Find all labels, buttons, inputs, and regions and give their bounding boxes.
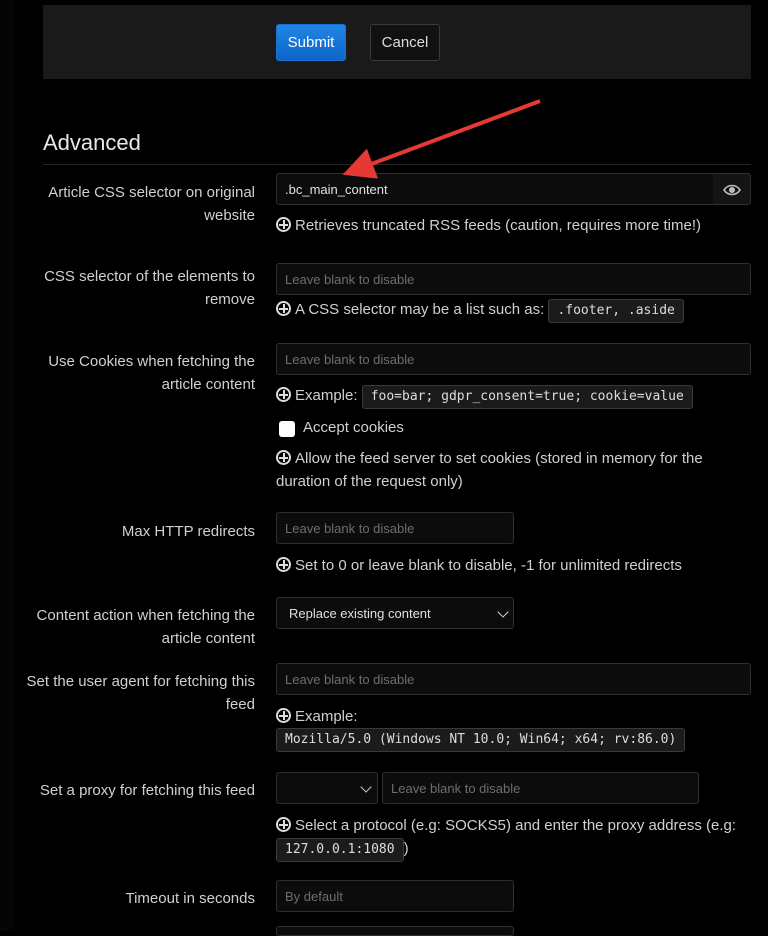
content-action-selected: Replace existing content [289,605,431,621]
section-divider [43,164,751,165]
cookies-help: Example: foo=bar; gdpr_consent=true; coo… [276,384,693,409]
article-css-input[interactable]: .bc_main_content [276,173,714,205]
help-circle-icon [276,450,291,465]
redirects-help-text: Set to 0 or leave blank to disable, -1 f… [295,557,682,574]
css-remove-help-text: A CSS selector may be a list such as: [295,301,545,318]
proxy-protocol-select[interactable] [276,772,378,804]
article-css-help-text: Retrieves truncated RSS feeds (caution, … [295,217,702,234]
help-circle-icon [276,817,291,832]
help-circle-icon [276,301,291,316]
css-remove-input[interactable]: Leave blank to disable [276,263,751,295]
eye-toggle-button[interactable] [713,173,751,205]
user-agent-label: Set the user agent for fetching this fee… [26,673,255,713]
proxy-help-code: 127.0.0.1:1080 [276,838,404,862]
form-actions-panel: Submit Cancel [43,5,751,79]
left-gutter [0,0,14,931]
proxy-help: Select a protocol (e.g: SOCKS5) and ente… [276,814,754,862]
accept-cookies-label[interactable]: Accept cookies [303,416,404,439]
user-agent-help-text: Example: [295,708,358,725]
article-css-help: Retrieves truncated RSS feeds (caution, … [276,214,701,237]
timeout-input[interactable]: By default [276,880,514,912]
proxy-help-text: Select a protocol (e.g: SOCKS5) and ente… [295,817,737,834]
proxy-address-input[interactable]: Leave blank to disable [382,772,699,804]
user-agent-help-code: Mozilla/5.0 (Windows NT 10.0; Win64; x64… [276,728,686,752]
submit-button[interactable]: Submit [276,24,346,61]
redirects-label: Max HTTP redirects [121,523,255,540]
help-circle-icon [276,708,291,723]
section-title: Advanced [43,130,141,155]
redirects-input[interactable]: Leave blank to disable [276,512,514,544]
chevron-down-icon [360,781,372,793]
cookies-help-code: foo=bar; gdpr_consent=true; cookie=value [361,385,693,409]
help-circle-icon [276,217,291,232]
user-agent-example: Mozilla/5.0 (Windows NT 10.0; Win64; x64… [276,727,686,752]
proxy-label: Set a proxy for fetching this feed [39,782,255,799]
css-remove-help-code: .footer, .aside [548,299,684,323]
proxy-help-suffix: ) [403,840,409,857]
cookies-help-text: Example: [295,387,358,404]
cancel-button[interactable]: Cancel [370,24,440,61]
accept-cookies-help-text: Allow the feed server to set cookies (st… [276,450,703,490]
redirects-help: Set to 0 or leave blank to disable, -1 f… [276,554,682,577]
next-field-partial[interactable] [276,926,514,936]
help-circle-icon [276,387,291,402]
chevron-down-icon [497,606,509,618]
help-circle-icon [276,557,291,572]
user-agent-help: Example: [276,705,358,728]
css-remove-help: A CSS selector may be a list such as: .f… [276,298,684,323]
article-css-label: Article CSS selector on original website [48,184,255,224]
content-action-label: Content action when fetching the article… [36,607,255,647]
content-action-select[interactable]: Replace existing content [276,597,514,629]
eye-icon [723,184,741,196]
accept-cookies-help: Allow the feed server to set cookies (st… [276,447,746,493]
accept-cookies-checkbox[interactable] [279,421,295,437]
timeout-label: Timeout in seconds [125,890,255,907]
css-remove-label: CSS selector of the elements to remove [44,268,255,308]
cookies-label: Use Cookies when fetching the article co… [48,353,255,393]
user-agent-input[interactable]: Leave blank to disable [276,663,751,695]
cookies-input[interactable]: Leave blank to disable [276,343,751,375]
